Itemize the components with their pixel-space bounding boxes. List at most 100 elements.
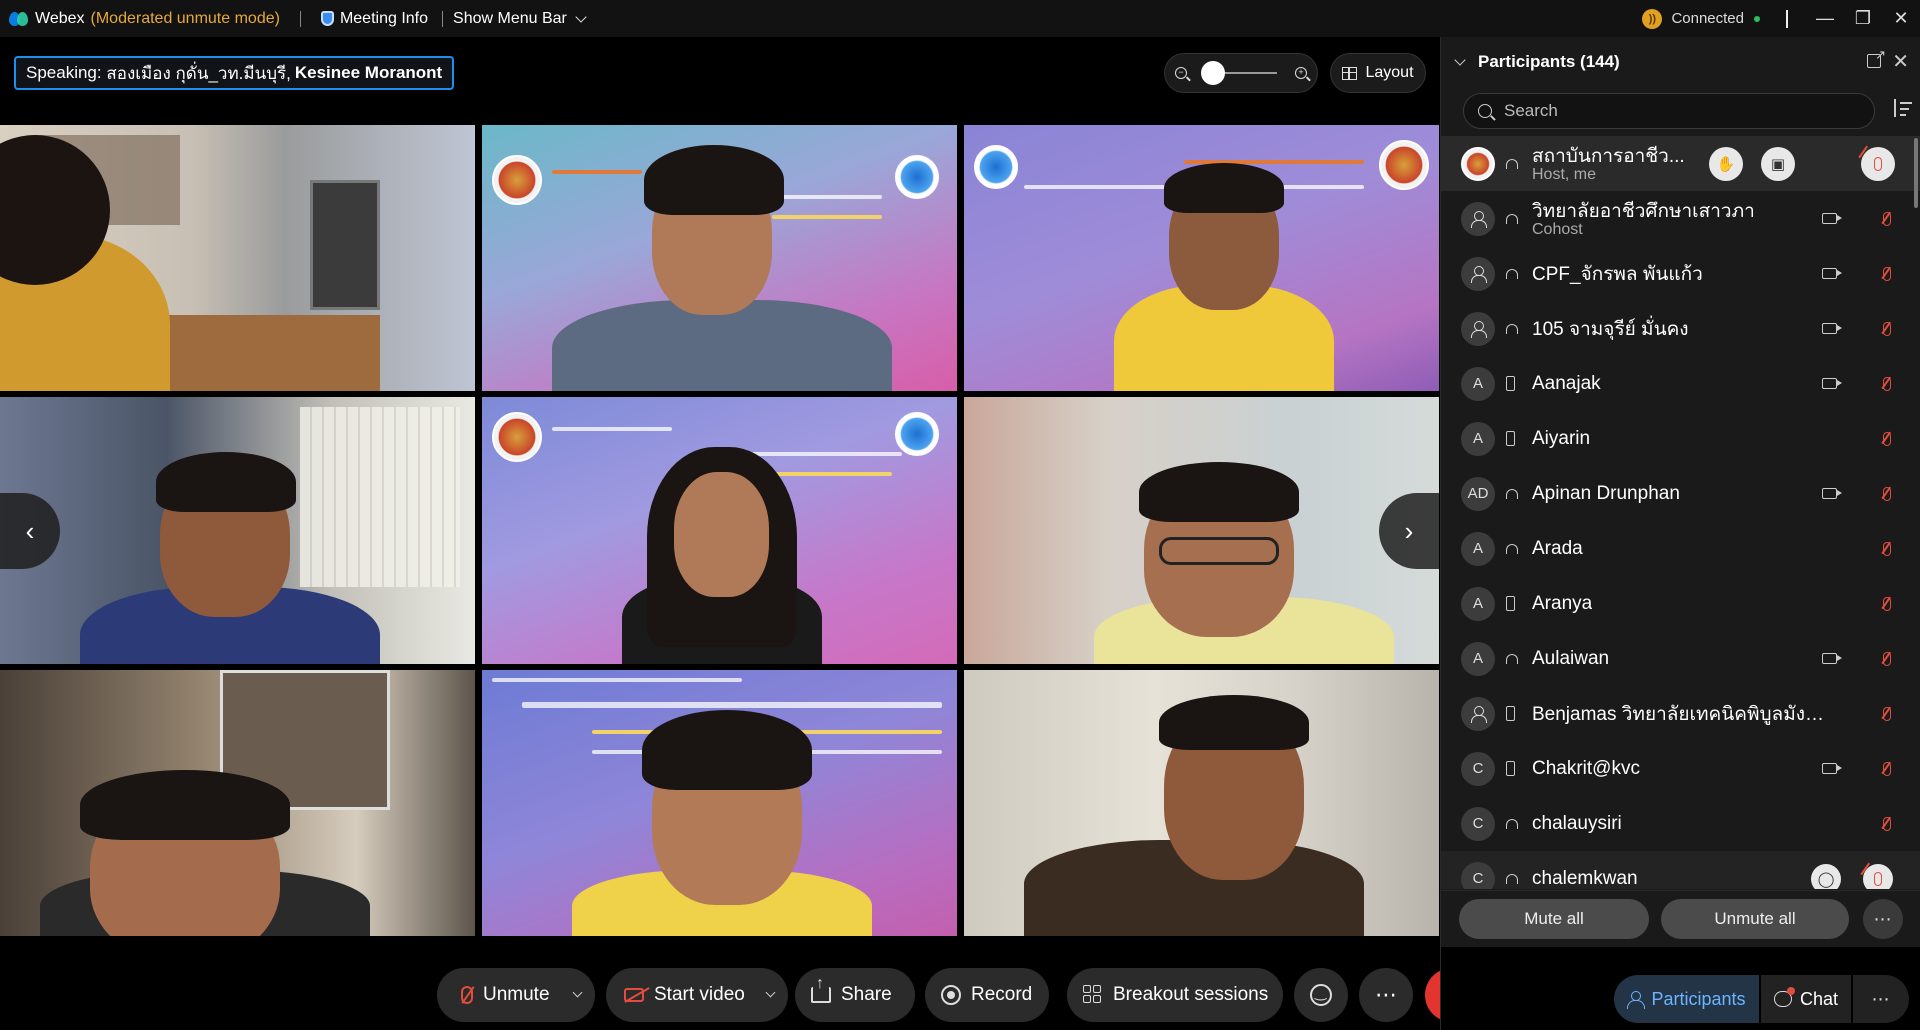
- participant-row[interactable]: C Chakrit@kvc: [1441, 741, 1920, 796]
- mute-all-label: Mute all: [1524, 909, 1584, 928]
- close-panel-icon[interactable]: ✕: [1892, 49, 1909, 74]
- person-icon: [1470, 320, 1487, 338]
- zoom-slider-handle[interactable]: [1201, 61, 1225, 85]
- sort-icon[interactable]: [1894, 99, 1912, 119]
- participant-row[interactable]: A Aranya: [1441, 576, 1920, 631]
- video-tile[interactable]: [964, 125, 1439, 391]
- collapse-chevron-icon[interactable]: [1454, 53, 1466, 66]
- microphone-muted-icon[interactable]: [1883, 431, 1891, 446]
- microphone-muted-icon[interactable]: [1883, 706, 1891, 721]
- video-icon: [1822, 378, 1842, 389]
- zoom-in-icon[interactable]: +: [1295, 67, 1307, 79]
- layout-button[interactable]: Layout: [1330, 53, 1426, 93]
- chevron-down-icon[interactable]: [765, 987, 776, 998]
- unmute-all-button[interactable]: Unmute all: [1661, 899, 1849, 939]
- divider: [299, 10, 301, 27]
- video-tile[interactable]: [964, 670, 1439, 936]
- institution-emblem-icon: [974, 145, 1018, 189]
- participant-name: CPF_จักรพล พันแก้ว: [1532, 263, 1703, 285]
- participant-row[interactable]: C chalemkwan ◯: [1441, 851, 1920, 889]
- participant-name: Aranya: [1532, 592, 1593, 614]
- caption-button[interactable]: ▣: [1761, 146, 1795, 181]
- video-tile[interactable]: [482, 670, 957, 936]
- breakout-sessions-button[interactable]: Breakout sessions: [1067, 968, 1283, 1022]
- chat-with-participant-button[interactable]: ◯: [1811, 863, 1841, 889]
- record-button[interactable]: Record: [925, 968, 1049, 1022]
- person-icon: [1470, 705, 1487, 723]
- meeting-info-button[interactable]: Meeting Info: [320, 9, 429, 28]
- participant-row[interactable]: A Aanajak: [1441, 356, 1920, 411]
- headset-icon: [1506, 653, 1518, 664]
- participant-list-scrollbar[interactable]: [1914, 138, 1918, 208]
- microphone-muted-icon[interactable]: [1883, 376, 1891, 391]
- unmute-self-button[interactable]: [1861, 146, 1895, 181]
- microphone-muted-icon[interactable]: [1883, 651, 1891, 666]
- chevron-down-icon[interactable]: [572, 987, 583, 998]
- camera-off-icon: [624, 988, 644, 1002]
- reactions-button[interactable]: [1294, 968, 1348, 1022]
- speaking-names: สองเมือง กุดั่น_วท.มีนบุรี,: [106, 63, 291, 83]
- close-window-button[interactable]: ✕: [1882, 0, 1920, 37]
- zoom-out-icon[interactable]: −: [1175, 67, 1187, 79]
- mute-all-button[interactable]: Mute all: [1459, 899, 1649, 939]
- microphone-muted-icon[interactable]: [1883, 761, 1891, 776]
- pop-out-icon[interactable]: [1867, 47, 1886, 68]
- video-tile[interactable]: [482, 397, 957, 664]
- connection-status-icon[interactable]: )): [1642, 8, 1663, 29]
- meeting-info-label: Meeting Info: [339, 9, 429, 27]
- search-input[interactable]: [1504, 101, 1844, 121]
- participant-row[interactable]: A Aulaiwan: [1441, 631, 1920, 686]
- banner-text: [762, 472, 892, 476]
- minimize-window-button[interactable]: —: [1806, 0, 1844, 37]
- microphone-muted-icon[interactable]: [1883, 211, 1891, 226]
- microphone-muted-icon[interactable]: [1883, 321, 1891, 336]
- participant-row[interactable]: Benjamas วิทยาลัยเทคนิคพิบูลมังสา...: [1441, 686, 1920, 741]
- unmute-all-label: Unmute all: [1714, 909, 1796, 928]
- microphone-muted-icon[interactable]: [1883, 266, 1891, 281]
- share-button[interactable]: Share: [795, 968, 915, 1022]
- headset-icon: [1506, 488, 1518, 499]
- tab-more[interactable]: ⋯: [1853, 975, 1909, 1023]
- show-menu-bar-button[interactable]: Show Menu Bar: [453, 10, 587, 28]
- headset-icon: [1506, 268, 1518, 279]
- tab-participants[interactable]: Participants: [1614, 975, 1759, 1023]
- zoom-slider[interactable]: [1201, 61, 1277, 85]
- video-tile[interactable]: [0, 125, 475, 391]
- participant-row[interactable]: วิทยาลัยอาชีวศึกษาเสาวภา Cohost: [1441, 191, 1920, 246]
- title-bar: Webex (Moderated unmute mode) Meeting In…: [0, 0, 1920, 37]
- banner-text: [772, 215, 882, 219]
- participant-row[interactable]: 105 จามจุรีย์ มั่นคง: [1441, 301, 1920, 356]
- video-tile[interactable]: [0, 397, 475, 664]
- participants-more-options-button[interactable]: ⋯: [1863, 899, 1903, 939]
- microphone-muted-icon[interactable]: [1883, 541, 1891, 556]
- microphone-muted-icon[interactable]: [1883, 596, 1891, 611]
- start-video-button[interactable]: Start video: [606, 968, 788, 1022]
- restore-window-button[interactable]: ❐: [1844, 0, 1882, 37]
- participant-name: Benjamas วิทยาลัยเทคนิคพิบูลมังสา...: [1532, 703, 1832, 725]
- video-icon: [1822, 763, 1842, 774]
- unread-indicator: [1786, 987, 1795, 995]
- participant-row[interactable]: AD Apinan Drunphan: [1441, 466, 1920, 521]
- video-tile[interactable]: [482, 125, 957, 391]
- raise-hand-button[interactable]: ✋: [1709, 146, 1743, 181]
- avatar: A: [1461, 366, 1495, 401]
- video-tile[interactable]: [0, 670, 475, 936]
- microphone-muted-icon[interactable]: [1883, 486, 1891, 501]
- mute-participant-button[interactable]: [1863, 863, 1893, 889]
- participant-row[interactable]: สถาบันการอาชีว... Host, me ✋ ▣: [1441, 136, 1920, 191]
- unmute-button[interactable]: Unmute: [437, 968, 595, 1022]
- person-hair: [642, 710, 812, 790]
- participant-row[interactable]: A Arada: [1441, 521, 1920, 576]
- phone-icon: [1506, 431, 1515, 446]
- avatar: [1461, 146, 1495, 181]
- participant-row[interactable]: CPF_จักรพล พันแก้ว: [1441, 246, 1920, 301]
- computer-tower: [310, 180, 380, 310]
- record-label: Record: [971, 984, 1033, 1005]
- participant-row[interactable]: A Aiyarin: [1441, 411, 1920, 466]
- microphone-muted-icon[interactable]: [1883, 816, 1891, 831]
- tab-chat[interactable]: Chat: [1761, 975, 1851, 1023]
- phone-icon: [1506, 596, 1515, 611]
- participant-row[interactable]: C chalauysiri: [1441, 796, 1920, 851]
- video-tile[interactable]: [964, 397, 1439, 664]
- more-options-button[interactable]: ⋯: [1359, 968, 1413, 1022]
